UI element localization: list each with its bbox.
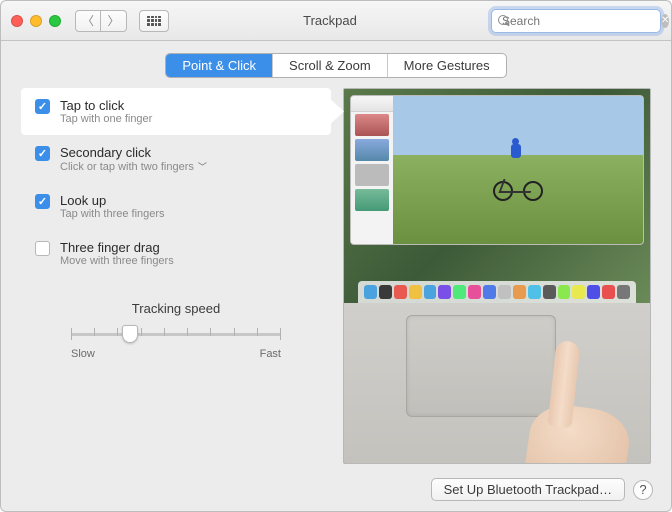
tab-scroll-zoom[interactable]: Scroll & Zoom xyxy=(273,54,388,77)
titlebar: 〈 〉 Trackpad ✕ xyxy=(1,1,671,41)
dock-icon xyxy=(543,285,556,299)
preview-hand xyxy=(508,337,638,464)
slider-labels: Slow Fast xyxy=(71,348,281,360)
help-button[interactable]: ? xyxy=(633,480,653,500)
option-subtitle: Tap with three fingers xyxy=(60,208,165,220)
option-look-up[interactable]: Look up Tap with three fingers xyxy=(21,183,331,230)
checkbox-secondary-click[interactable] xyxy=(35,146,50,161)
close-window-button[interactable] xyxy=(11,15,23,27)
dock-icon xyxy=(558,285,571,299)
dock-icon xyxy=(572,285,585,299)
clear-search-button[interactable]: ✕ xyxy=(661,14,669,28)
chevron-down-icon: ﹀ xyxy=(198,160,207,173)
forward-button[interactable]: 〉 xyxy=(101,10,127,32)
options-column: Tap to click Tap with one finger Seconda… xyxy=(21,88,331,464)
chevron-right-icon: 〉 xyxy=(107,12,119,29)
show-all-button[interactable] xyxy=(139,10,169,32)
dock-icon xyxy=(379,285,392,299)
slider-max-label: Fast xyxy=(260,348,281,360)
dock-icon xyxy=(602,285,615,299)
segmented-control: Point & Click Scroll & Zoom More Gesture… xyxy=(165,53,506,78)
gesture-preview xyxy=(343,88,651,464)
option-secondary-click[interactable]: Secondary click Click or tap with two fi… xyxy=(21,135,331,183)
setup-bluetooth-button[interactable]: Set Up Bluetooth Trackpad… xyxy=(431,478,625,501)
tab-point-click[interactable]: Point & Click xyxy=(166,54,273,77)
slider-ticks xyxy=(71,328,281,340)
preview-app-window xyxy=(350,95,644,245)
dock-icon xyxy=(468,285,481,299)
zoom-window-button[interactable] xyxy=(49,15,61,27)
search-field-wrap[interactable]: ✕ xyxy=(491,9,661,33)
grid-icon xyxy=(147,16,161,26)
search-input[interactable] xyxy=(502,14,657,28)
back-button[interactable]: 〈 xyxy=(75,10,101,32)
option-title: Secondary click xyxy=(60,145,207,160)
dock-icon xyxy=(617,285,630,299)
slider-min-label: Slow xyxy=(71,348,95,360)
option-title: Look up xyxy=(60,193,165,208)
slider-title: Tracking speed xyxy=(21,301,331,316)
checkbox-look-up[interactable] xyxy=(35,194,50,209)
dock-icon xyxy=(513,285,526,299)
option-title: Three finger drag xyxy=(60,240,174,255)
dock-icon xyxy=(409,285,422,299)
preview-dock xyxy=(358,281,636,303)
dock-icon xyxy=(587,285,600,299)
dock-icon xyxy=(528,285,541,299)
preferences-window: 〈 〉 Trackpad ✕ Point & Click Scroll & Zo… xyxy=(0,0,672,512)
dock-icon xyxy=(498,285,511,299)
dock-icon xyxy=(438,285,451,299)
option-subtitle[interactable]: Click or tap with two fingers﹀ xyxy=(60,160,207,173)
footer: Set Up Bluetooth Trackpad… ? xyxy=(431,478,653,501)
slider-thumb[interactable] xyxy=(122,325,138,343)
option-three-finger-drag[interactable]: Three finger drag Move with three finger… xyxy=(21,230,331,277)
preview-photo xyxy=(393,96,643,244)
preview-desktop xyxy=(344,89,650,303)
dock-icon xyxy=(394,285,407,299)
tab-more-gestures[interactable]: More Gestures xyxy=(388,54,506,77)
option-title: Tap to click xyxy=(60,98,152,113)
checkbox-tap-to-click[interactable] xyxy=(35,99,50,114)
tab-bar: Point & Click Scroll & Zoom More Gesture… xyxy=(1,41,671,88)
dock-icon xyxy=(453,285,466,299)
traffic-lights xyxy=(11,15,61,27)
option-subtitle: Tap with one finger xyxy=(60,113,152,125)
option-tap-to-click[interactable]: Tap to click Tap with one finger xyxy=(21,88,331,135)
chevron-left-icon: 〈 xyxy=(82,12,94,29)
dock-icon xyxy=(424,285,437,299)
nav-buttons: 〈 〉 xyxy=(75,10,127,32)
tracking-speed-slider[interactable] xyxy=(71,324,281,344)
option-subtitle: Move with three fingers xyxy=(60,255,174,267)
checkbox-three-finger-drag[interactable] xyxy=(35,241,50,256)
dock-icon xyxy=(364,285,377,299)
tracking-speed-block: Tracking speed Slow Fast xyxy=(21,301,331,360)
dock-icon xyxy=(483,285,496,299)
preview-trackpad-area xyxy=(344,303,650,463)
window-title: Trackpad xyxy=(177,13,483,28)
content-area: Tap to click Tap with one finger Seconda… xyxy=(1,88,671,478)
gesture-option-list: Tap to click Tap with one finger Seconda… xyxy=(21,88,331,277)
minimize-window-button[interactable] xyxy=(30,15,42,27)
